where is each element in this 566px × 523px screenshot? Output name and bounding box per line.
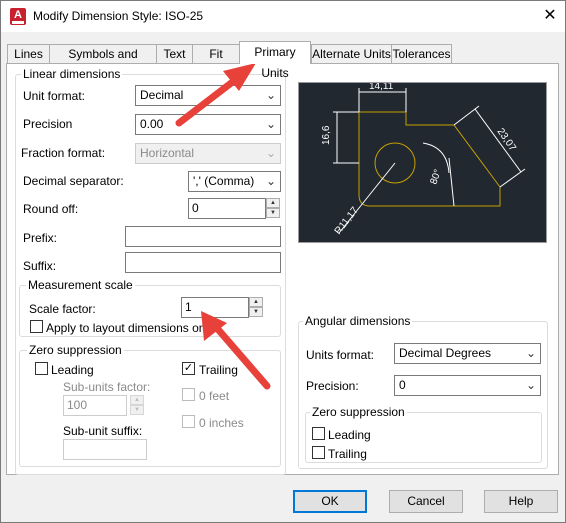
tab-primary-units[interactable]: Primary Units [239,41,311,80]
annotation-arrow-scale [212,323,271,390]
dialog-window: A Modify Dimension Style: ISO-25 ✕ Lines… [0,0,566,523]
annotation-arrow-tabs [175,73,243,127]
